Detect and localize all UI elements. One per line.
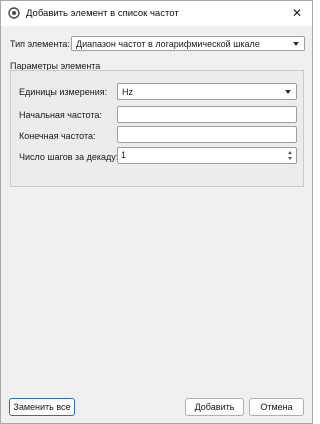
replace-all-button[interactable]: Заменить все xyxy=(9,398,75,416)
start-freq-label: Начальная частота: xyxy=(19,110,102,120)
chevron-down-icon xyxy=(293,42,299,46)
app-gear-icon xyxy=(8,7,20,19)
units-value: Hz xyxy=(122,87,133,97)
spin-up-icon[interactable] xyxy=(288,151,292,154)
spin-down-icon[interactable] xyxy=(288,157,292,160)
title-bar: Добавить элемент в список частот ✕ xyxy=(1,1,312,26)
element-type-row: Тип элемента: Диапазон частот в логарифм… xyxy=(10,36,305,52)
chevron-down-icon xyxy=(285,90,291,94)
units-select[interactable]: Hz xyxy=(117,83,297,100)
close-button[interactable]: ✕ xyxy=(290,6,304,20)
steps-spinbox[interactable]: 1 xyxy=(117,147,297,164)
end-freq-label: Конечная частота: xyxy=(19,131,96,141)
units-label: Единицы измерения: xyxy=(19,87,108,97)
start-freq-input[interactable] xyxy=(117,106,297,123)
element-type-select[interactable]: Диапазон частот в логарифмической шкале xyxy=(71,36,305,51)
dialog-window: Добавить элемент в список частот ✕ Тип э… xyxy=(0,0,313,424)
close-icon: ✕ xyxy=(291,6,303,20)
end-freq-input[interactable] xyxy=(117,126,297,143)
steps-label: Число шагов за декаду: xyxy=(19,152,119,162)
spin-arrows[interactable] xyxy=(286,149,295,162)
element-type-value: Диапазон частот в логарифмической шкале xyxy=(76,39,260,49)
steps-value: 1 xyxy=(121,150,127,160)
add-button[interactable]: Добавить xyxy=(185,398,244,416)
window-title: Добавить элемент в список частот xyxy=(26,8,179,19)
cancel-button[interactable]: Отмена xyxy=(249,398,304,416)
element-type-label: Тип элемента: xyxy=(10,39,70,49)
params-groupbox: Единицы измерения: Hz Начальная частота:… xyxy=(10,70,304,187)
